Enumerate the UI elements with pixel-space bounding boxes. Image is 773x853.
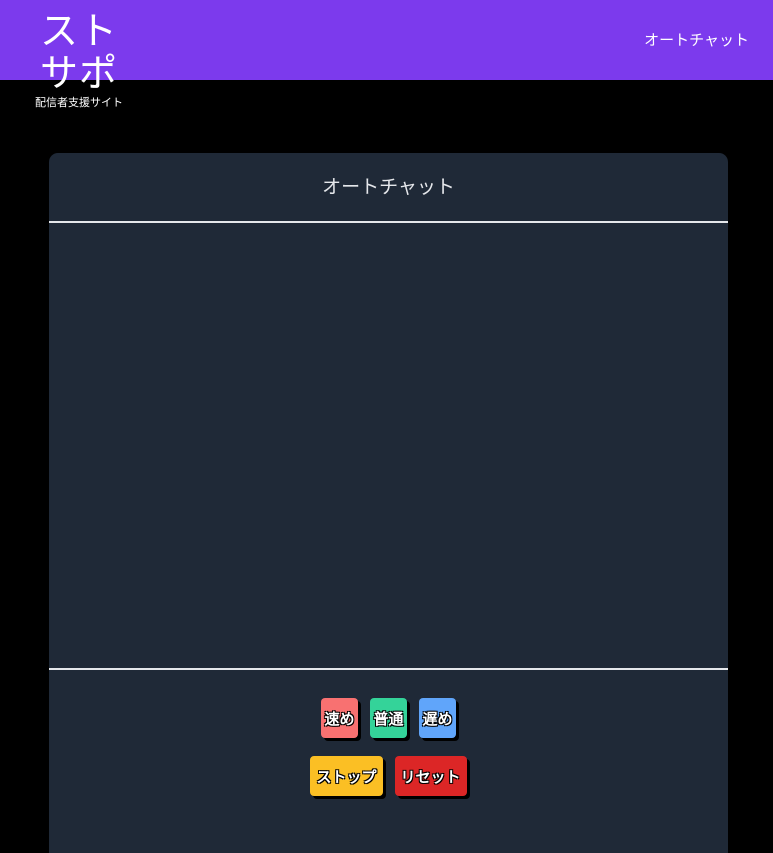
- fast-speed-button[interactable]: 速め: [321, 698, 358, 738]
- top-navbar: ストサポ 配信者支援サイト オートチャット: [0, 0, 773, 109]
- normal-speed-button[interactable]: 普通: [370, 698, 407, 738]
- site-logo[interactable]: ストサポ 配信者支援サイト: [24, 10, 134, 110]
- slow-speed-button[interactable]: 遅め: [419, 698, 456, 738]
- logo-title: ストサポ: [39, 9, 118, 95]
- nav-link-auto-chat[interactable]: オートチャット: [644, 30, 749, 50]
- reset-button[interactable]: リセット: [394, 756, 467, 796]
- panel-footer-divider: [49, 668, 728, 670]
- panel-title: オートチャット: [322, 176, 455, 198]
- logo-subtitle: 配信者支援サイト: [35, 96, 123, 109]
- speed-button-row: 速め 普通 遅め: [49, 698, 728, 738]
- action-button-row: ストップ リセット: [49, 756, 728, 796]
- stop-button[interactable]: ストップ: [310, 756, 383, 796]
- panel-header-divider: [49, 221, 728, 223]
- chat-display-area[interactable]: [49, 225, 728, 667]
- auto-chat-panel: オートチャット 速め 普通 遅め ストップ リセット: [49, 153, 728, 853]
